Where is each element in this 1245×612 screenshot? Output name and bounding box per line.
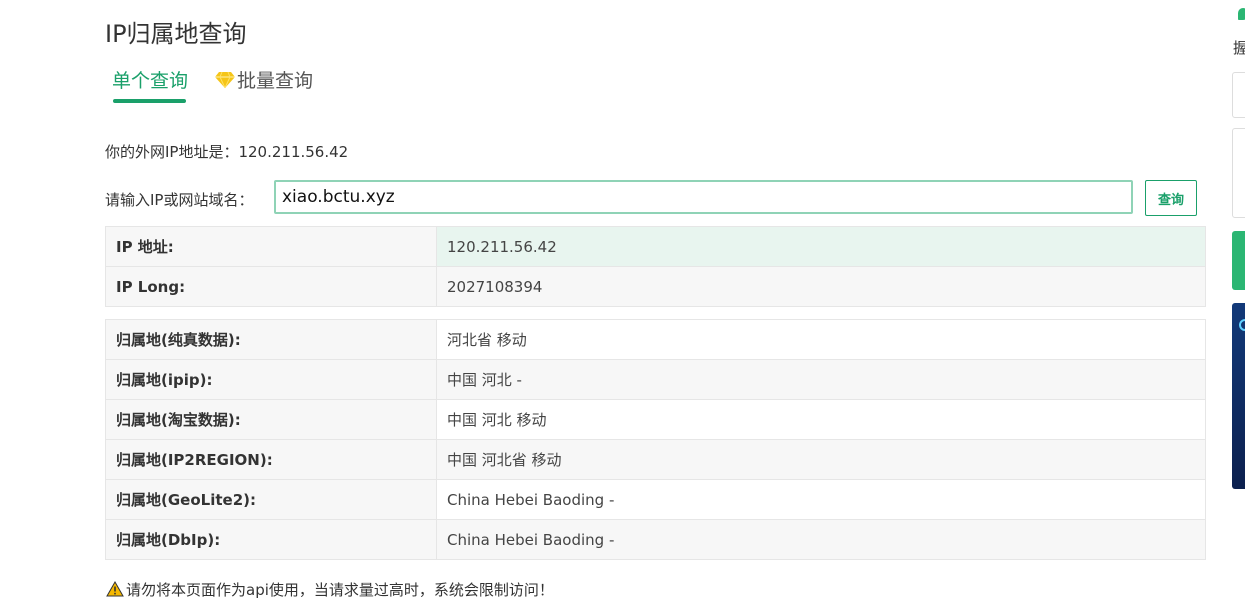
table-row: 归属地(纯真数据): 河北省 移动	[105, 319, 1206, 360]
row-value: China Hebei Baoding -	[436, 479, 1206, 520]
row-key: 归属地(ipip):	[105, 359, 437, 400]
sidebar-heading: 握	[1233, 39, 1245, 57]
row-value: 120.211.56.42	[436, 226, 1206, 267]
tab-single-query[interactable]: 单个查询	[112, 66, 188, 93]
row-key: 归属地(GeoLite2):	[105, 479, 437, 520]
query-button[interactable]: 查询	[1145, 180, 1197, 216]
ip-domain-input[interactable]	[274, 180, 1133, 214]
sidebar-textarea[interactable]	[1232, 128, 1245, 218]
row-value: 中国 河北省 移动	[436, 439, 1206, 480]
query-tabs: 单个查询 批量查询	[105, 66, 505, 106]
sidebar-input[interactable]	[1232, 72, 1245, 118]
table-row: 归属地(ipip): 中国 河北 -	[105, 359, 1206, 400]
row-key: IP Long:	[105, 266, 437, 307]
table-row: 归属地(淘宝数据): 中国 河北 移动	[105, 399, 1206, 440]
row-value: 2027108394	[436, 266, 1206, 307]
row-key: 归属地(DbIp):	[105, 519, 437, 560]
active-tab-indicator	[113, 99, 186, 103]
query-label: 请输入IP或网站域名：	[105, 191, 254, 209]
row-value: 中国 河北 移动	[436, 399, 1206, 440]
table-row: 归属地(DbIp): China Hebei Baoding -	[105, 519, 1206, 560]
warning-text: 请勿将本页面作为api使用，当请求量过高时，系统会限制访问！	[126, 581, 554, 599]
tab-batch-query[interactable]: 批量查询	[215, 66, 313, 93]
row-key: 归属地(IP2REGION):	[105, 439, 437, 480]
page-title: IP归属地查询	[105, 20, 247, 48]
row-value: China Hebei Baoding -	[436, 519, 1206, 560]
diamond-icon	[215, 71, 235, 93]
rate-limit-warning: 请勿将本页面作为api使用，当请求量过高时，系统会限制访问！	[106, 579, 554, 601]
row-key: 归属地(纯真数据):	[105, 319, 437, 360]
your-ip-text: 你的外网IP地址是：120.211.56.42	[105, 143, 349, 161]
tab-batch-label: 批量查询	[237, 70, 314, 92]
row-key: 归属地(淘宝数据):	[105, 399, 437, 440]
right-sidebar: 握	[1231, 0, 1245, 612]
table-row: 归属地(IP2REGION): 中国 河北省 移动	[105, 439, 1206, 480]
warning-icon	[106, 580, 124, 601]
row-value: 中国 河北 -	[436, 359, 1206, 400]
row-key: IP 地址:	[105, 226, 437, 267]
chat-bubble-icon[interactable]	[1238, 8, 1245, 20]
sidebar-submit-button[interactable]	[1232, 231, 1245, 290]
sidebar-ad-banner[interactable]	[1232, 303, 1245, 489]
table-row: 归属地(GeoLite2): China Hebei Baoding -	[105, 479, 1206, 520]
basic-info-table: IP 地址: 120.211.56.42 IP Long: 2027108394	[105, 226, 1206, 307]
row-value: 河北省 移动	[436, 319, 1206, 360]
location-table: 归属地(纯真数据): 河北省 移动 归属地(ipip): 中国 河北 - 归属地…	[105, 319, 1206, 560]
table-row: IP Long: 2027108394	[105, 266, 1206, 307]
table-row: IP 地址: 120.211.56.42	[105, 226, 1206, 267]
